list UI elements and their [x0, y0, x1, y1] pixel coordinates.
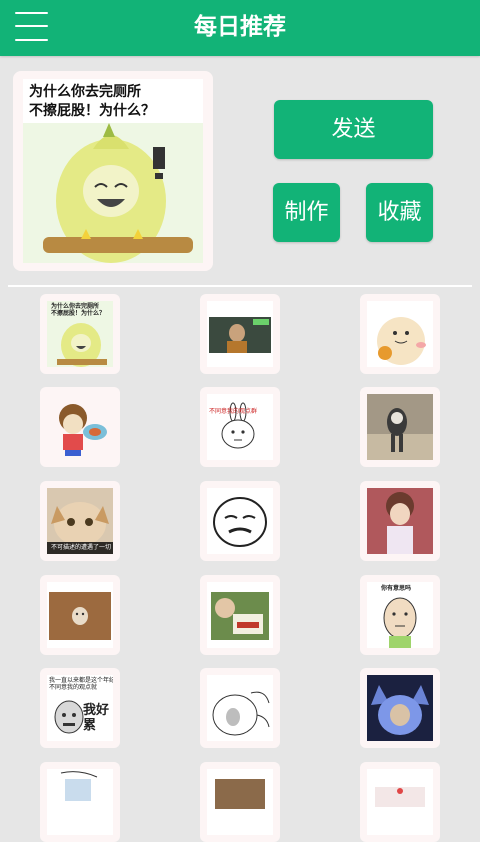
meme-thumbnail-image: 不同意我的观点群	[207, 394, 273, 460]
send-button[interactable]: 发送	[274, 100, 433, 159]
meme-thumbnail-image	[367, 488, 433, 554]
meme-thumbnail-image	[207, 582, 273, 648]
meme-thumbnail[interactable]: 为什么你去完厕所 不擦屁股！为什么？	[40, 294, 120, 374]
meme-thumbnail-image	[367, 769, 433, 835]
meme-thumbnail-image	[207, 488, 273, 554]
meme-thumbnail-image	[367, 394, 433, 460]
meme-thumbnail-image	[367, 675, 433, 741]
meme-image: 为什么你去完厕所 不擦屁股！为什么？	[23, 79, 203, 263]
meme-thumbnail[interactable]	[360, 294, 440, 374]
meme-thumbnail[interactable]: 不可描述的遭遇了一切	[40, 481, 120, 561]
meme-thumbnail[interactable]	[200, 481, 280, 561]
meme-thumbnail-image	[367, 301, 433, 367]
meme-thumbnail[interactable]	[200, 668, 280, 748]
meme-thumbnail-caption: 你有意思吗	[381, 585, 412, 592]
meme-thumbnail[interactable]: 不同意我的观点群	[200, 387, 280, 467]
meme-thumbnail-caption: 我一直以来都是这个年纪 不同意我的观点就	[49, 677, 113, 691]
meme-thumbnail-image	[47, 582, 113, 648]
page-title: 每日推荐	[194, 14, 286, 40]
meme-thumbnail[interactable]	[40, 762, 120, 842]
meme-thumbnail[interactable]: 我一直以来都是这个年纪 不同意我的观点就 我好累	[40, 668, 120, 748]
divider	[8, 285, 472, 287]
meme-thumbnail-image	[207, 301, 273, 367]
meme-caption: 为什么你去完厕所 不擦屁股！为什么？	[29, 84, 155, 119]
app-header: 每日推荐	[0, 0, 480, 56]
make-button[interactable]: 制作	[273, 183, 340, 242]
favorite-button[interactable]: 收藏	[366, 183, 433, 242]
selected-meme-preview: 为什么你去完厕所 不擦屁股！为什么？	[13, 71, 213, 271]
meme-thumbnail-image	[47, 769, 113, 835]
meme-thumbnail[interactable]	[200, 762, 280, 842]
meme-thumbnail[interactable]	[360, 481, 440, 561]
meme-thumbnail-image	[207, 769, 273, 835]
meme-thumbnail-caption: 为什么你去完厕所 不擦屁股！为什么？	[51, 303, 106, 317]
meme-thumbnail[interactable]	[360, 668, 440, 748]
meme-thumbnail-image	[47, 394, 113, 460]
meme-thumbnail[interactable]: 你有意思吗	[360, 575, 440, 655]
meme-thumbnail-image	[207, 675, 273, 741]
meme-thumbnail[interactable]	[360, 762, 440, 842]
meme-thumbnail-image: 为什么你去完厕所 不擦屁股！为什么？	[47, 301, 113, 367]
meme-thumbnail-image: 不可描述的遭遇了一切	[47, 488, 113, 554]
meme-thumbnail[interactable]	[40, 575, 120, 655]
meme-thumbnail-image: 你有意思吗	[367, 582, 433, 648]
meme-thumbnail-image: 我一直以来都是这个年纪 不同意我的观点就 我好累	[47, 675, 113, 741]
meme-thumbnail-caption: 不可描述的遭遇了一切	[51, 544, 112, 551]
meme-thumbnail[interactable]	[360, 387, 440, 467]
meme-thumbnail-big-caption: 我好累	[83, 703, 110, 733]
meme-thumbnail[interactable]	[40, 387, 120, 467]
meme-thumbnail-caption: 不同意我的观点群	[209, 408, 258, 415]
meme-thumbnail[interactable]	[200, 575, 280, 655]
meme-thumbnail[interactable]	[200, 294, 280, 374]
